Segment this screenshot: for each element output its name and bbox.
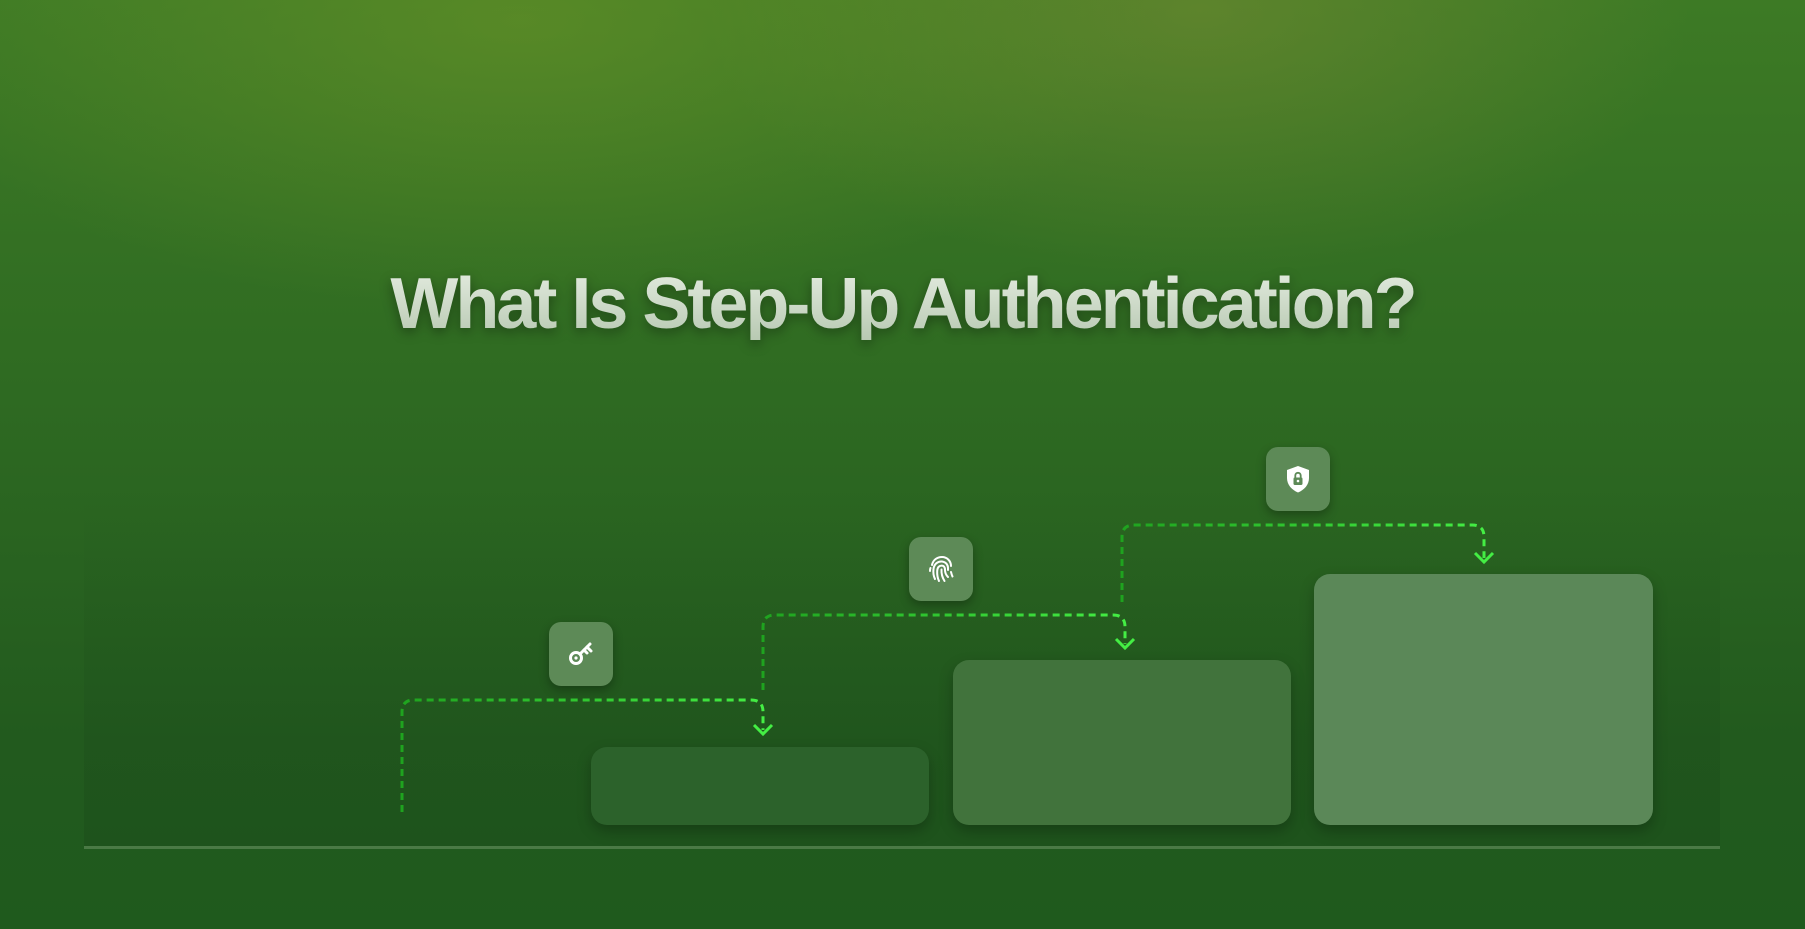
- fingerprint-icon: [929, 555, 954, 582]
- step-block-2: [953, 660, 1291, 825]
- shield-badge: [1266, 447, 1330, 511]
- fingerprint-badge: [909, 537, 973, 601]
- step-block-1: [591, 747, 929, 825]
- baseline-divider: [84, 846, 1720, 849]
- step-block-3: [1314, 574, 1653, 825]
- key-icon: [569, 642, 593, 665]
- page-title: What Is Step-Up Authentication?: [0, 268, 1805, 340]
- shield-lock-icon: [1287, 466, 1309, 493]
- key-badge: [549, 622, 613, 686]
